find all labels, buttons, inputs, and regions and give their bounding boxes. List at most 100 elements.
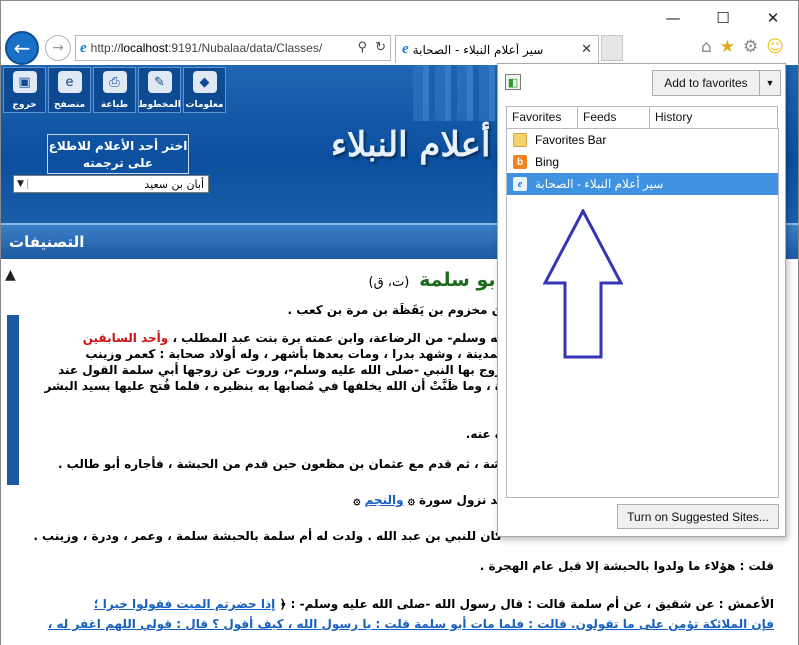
favorites-item-label: Bing	[535, 155, 560, 169]
favorites-star-icon[interactable]: ★	[720, 37, 735, 57]
article-line-text: ند نزول سورة	[419, 493, 502, 507]
forward-button[interactable]: →	[45, 35, 71, 61]
toolbar-exit-button[interactable]: ▣ خروج	[3, 67, 46, 113]
article-line: يه وسلم- من الرضاعة، وابن عمته برة بنت ع…	[83, 331, 502, 345]
refresh-icon[interactable]: ↻	[375, 39, 386, 55]
toolbar-manuscript-button[interactable]: ✎ المخطوط	[138, 67, 181, 113]
hadith-link[interactable]: إذا حضرتم الميت فقولوا خيرا ؛	[94, 597, 275, 611]
browser-tools: ⌂ ★ ⚙ ☺	[701, 37, 784, 57]
window-controls: — ☐ ✕	[662, 9, 784, 27]
person-select-value: أبان بن سعيد	[144, 177, 204, 191]
feedback-smiley-icon[interactable]: ☺	[766, 37, 784, 57]
favorites-item-nubalaa[interactable]: e سير أعلام النبلاء - الصحابة	[507, 173, 778, 195]
left-scroll-strip: ▲	[1, 261, 21, 645]
article-line-text: الأعمش : عن شقيق ، عن أم سلمة قالت : قال…	[290, 597, 774, 611]
new-tab-button[interactable]	[601, 35, 623, 61]
close-button[interactable]: ✕	[762, 9, 784, 27]
gear-icon[interactable]: ⚙	[743, 37, 758, 57]
browser-icon: e	[57, 71, 82, 93]
article-line-text: يه وسلم- من الرضاعة، وابن عمته برة بنت ع…	[172, 331, 502, 345]
ornament-icon: ۞	[407, 493, 415, 507]
forward-arrow-icon: →	[52, 40, 64, 56]
hadith-link[interactable]: فإن الملائكة تؤمن على ما تقولون. قالت : …	[48, 617, 774, 631]
favorites-item-label: Favorites Bar	[535, 133, 607, 147]
toolbar-browser-button[interactable]: e متصفح	[48, 67, 91, 113]
back-button[interactable]: ←	[5, 31, 39, 65]
tab-feeds[interactable]: Feeds	[578, 106, 650, 128]
minimize-button[interactable]: —	[662, 9, 684, 27]
choose-person-prompt: اختر أحد الأعلام للاطلاع على ترجمته	[47, 134, 189, 174]
navigation-bar: ← → e http://localhost:9191/Nubalaa/data…	[1, 29, 798, 65]
tab-title: سير أعلام النبلاء - الصحابة	[412, 42, 544, 57]
surah-link[interactable]: والنجم	[365, 493, 404, 507]
folder-icon	[513, 133, 527, 147]
favorites-item-bing[interactable]: b Bing	[507, 151, 778, 173]
close-tab-icon[interactable]: ✕	[581, 42, 592, 57]
favorites-item-favorites-bar[interactable]: Favorites Bar	[507, 129, 778, 151]
bing-icon: b	[513, 155, 527, 169]
person-code: (ت، ق)	[368, 275, 410, 290]
maximize-button[interactable]: ☐	[712, 9, 734, 27]
browser-window: — ☐ ✕ ← → e http://localhost:9191/Nubala…	[0, 0, 799, 645]
article-line: زوج بها النبي -صلى الله عليه وسلم-، وروت…	[58, 363, 502, 377]
back-arrow-icon: ←	[13, 36, 31, 60]
article-line: قلت : هؤلاء ما ولدوا بالحبشة إلا قبل عام…	[479, 559, 774, 573]
article-line: فإن الملائكة تؤمن على ما تقولون. قالت : …	[48, 617, 774, 631]
info-icon: ◆	[192, 71, 217, 93]
prompt-line-1: اختر أحد الأعلام للاطلاع	[48, 139, 188, 153]
site-title: أعلام النبلاء	[331, 125, 491, 165]
toolbar-label: متصفح	[53, 100, 86, 110]
toolbar-print-button[interactable]: ⎙ طباعة	[93, 67, 136, 113]
article-line: الأعمش : عن شقيق ، عن أم سلمة قالت : قال…	[94, 597, 774, 611]
scroll-thumb[interactable]	[7, 315, 19, 485]
address-host: localhost	[120, 41, 169, 55]
prompt-line-2: على ترجمته	[82, 156, 154, 170]
ornament-icon: ۞	[353, 493, 361, 507]
exit-icon: ▣	[12, 71, 37, 93]
tab-favorites[interactable]: Favorites	[506, 106, 578, 128]
ie-page-icon: e	[80, 39, 87, 56]
address-path: :9191/Nubalaa/data/Classes/	[168, 41, 323, 55]
pin-arrow-icon: ◧	[507, 75, 519, 89]
manuscript-icon: ✎	[147, 71, 172, 93]
toolbar-label: معلومات	[185, 100, 224, 110]
article-line: ة ، وما ظَنَّتْ أن الله يخلفها في مُصابه…	[44, 379, 503, 393]
bracket-ornament-icon: ﴿	[279, 597, 287, 611]
tab-page-icon: e	[402, 41, 409, 57]
article-heading: أبو سلمة (ت، ق)	[369, 269, 503, 291]
toolbar-label: المخطوط	[138, 100, 181, 110]
toolbar-info-button[interactable]: ◆ معلومات	[183, 67, 226, 113]
tab-history[interactable]: History	[650, 106, 778, 128]
add-to-favorites-button[interactable]: Add to favorites ▼	[652, 70, 781, 96]
address-bar[interactable]: e http://localhost:9191/Nubalaa/data/Cla…	[75, 35, 391, 61]
site-toolbar: ▣ خروج e متصفح ⎙ طباعة ✎ المخطوط ◆ معلوم…	[3, 67, 226, 113]
article-line: ن مخزوم بن يَقَظَة بن مرة بن كعب .	[287, 303, 502, 317]
pin-favorites-center-button[interactable]: ◧	[505, 74, 521, 90]
article-line: كان للنبي بن عبد الله . ولدت له أم سلمة …	[33, 529, 502, 543]
add-to-favorites-label: Add to favorites	[653, 71, 760, 95]
search-icon[interactable]: ⚲	[358, 39, 368, 55]
favorites-tabs: Favorites Feeds History	[506, 106, 778, 128]
toolbar-label: خروج	[12, 100, 37, 110]
article-line: شة ، ثم قدم مع عثمان بن مظعون حين قدم من…	[57, 457, 502, 471]
books-decoration	[413, 65, 509, 121]
address-scheme: http://	[90, 41, 121, 55]
toolbar-label: طباعة	[100, 100, 129, 110]
person-name: أبو سلمة	[419, 269, 502, 291]
up-arrow-annotation-icon	[543, 209, 623, 359]
highlight-text: وأحد السابقين	[82, 331, 169, 345]
page-icon: e	[513, 177, 527, 191]
article-line: ند نزول سورة ۞ والنجم ۞	[353, 493, 502, 507]
chevron-down-icon[interactable]: ▼	[14, 179, 28, 189]
person-select[interactable]: ▼ أبان بن سعيد	[13, 175, 209, 193]
chevron-down-icon[interactable]: ▼	[760, 78, 780, 88]
article-line: لمدينة ، وشهد بدرا ، ومات بعدها بأشهر ، …	[85, 347, 502, 361]
favorites-item-label: سير أعلام النبلاء - الصحابة	[535, 177, 664, 191]
scroll-up-icon[interactable]: ▲	[5, 267, 16, 283]
print-icon: ⎙	[102, 71, 127, 93]
tab-active[interactable]: e سير أعلام النبلاء - الصحابة ✕	[395, 35, 599, 63]
suggested-sites-button[interactable]: Turn on Suggested Sites...	[617, 504, 779, 529]
favorites-center: ◧ Add to favorites ▼ Favorites Feeds His…	[497, 63, 786, 537]
categories-label: التصنيفات	[9, 233, 85, 251]
home-icon[interactable]: ⌂	[701, 37, 712, 57]
